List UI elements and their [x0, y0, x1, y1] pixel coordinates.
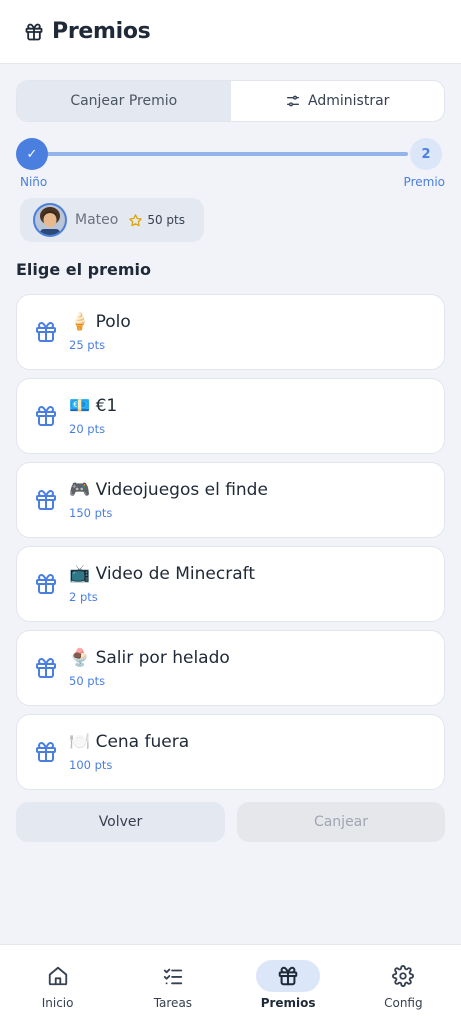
star-icon	[128, 213, 143, 228]
gift-icon	[24, 22, 44, 42]
redeem-button[interactable]: Canjear	[237, 802, 445, 842]
tab-label: Canjear Premio	[70, 93, 178, 109]
bottom-nav: Inicio Tareas Premios Config	[0, 944, 461, 1024]
gift-icon	[34, 404, 58, 428]
step-1-indicator: ✓	[16, 138, 48, 170]
reward-card[interactable]: 🎮 Videojuegos el finde 150 pts	[16, 462, 445, 538]
reward-cost: 2 pts	[69, 590, 98, 604]
gift-icon	[34, 488, 58, 512]
gift-icon	[278, 966, 298, 986]
reward-emoji: 💶	[69, 396, 91, 416]
reward-card[interactable]: 📺 Video de Minecraft 2 pts	[16, 546, 445, 622]
home-icon	[48, 966, 67, 986]
kid-points: 50 pts	[147, 213, 185, 227]
tab-administrar[interactable]: Administrar	[231, 81, 445, 121]
app-header: Premios	[0, 0, 461, 64]
kid-name: Mateo	[75, 212, 119, 228]
reward-title: Videojuegos el finde	[95, 480, 268, 500]
gear-icon	[392, 965, 415, 987]
reward-name: 🍦 Polo	[69, 312, 131, 332]
gift-icon	[34, 656, 58, 680]
reward-card[interactable]: 💶 €1 20 pts	[16, 378, 445, 454]
nav-label: Config	[384, 996, 423, 1010]
reward-card[interactable]: 🍦 Polo 25 pts	[16, 294, 445, 370]
reward-cost: 25 pts	[69, 338, 106, 352]
tab-canjear-premio[interactable]: Canjear Premio	[17, 81, 231, 121]
nav-label: Premios	[260, 996, 316, 1010]
reward-title: Video de Minecraft	[95, 564, 255, 584]
page-title: Premios	[52, 19, 151, 44]
reward-name: 📺 Video de Minecraft	[69, 564, 255, 584]
section-title: Elige el premio	[16, 260, 152, 279]
nav-label: Tareas	[153, 996, 193, 1010]
nav-item-inicio[interactable]: Inicio	[0, 945, 115, 1024]
reward-title: €1	[95, 396, 118, 416]
selected-kid-chip[interactable]: Mateo 50 pts	[20, 198, 204, 242]
back-button[interactable]: Volver	[16, 802, 225, 842]
step-2-indicator: 2	[410, 138, 442, 170]
reward-name: 🍽️ Cena fuera	[69, 732, 189, 752]
progress-stepper: ✓ 2 Niño Premio	[16, 138, 445, 190]
reward-title: Polo	[95, 312, 131, 332]
step-2-label: Premio	[403, 175, 445, 189]
sliders-icon	[287, 95, 300, 107]
reward-card[interactable]: 🍽️ Cena fuera 100 pts	[16, 714, 445, 790]
reward-title: Salir por helado	[95, 648, 230, 668]
reward-cost: 50 pts	[69, 674, 106, 688]
reward-name: 🎮 Videojuegos el finde	[69, 480, 268, 500]
nav-item-tareas[interactable]: Tareas	[115, 945, 230, 1024]
reward-cost: 150 pts	[69, 506, 113, 520]
reward-emoji: 🎮	[69, 480, 91, 500]
nav-label: Inicio	[41, 996, 74, 1010]
reward-cost: 20 pts	[69, 422, 106, 436]
reward-list: 🍦 Polo 25 pts 💶 €1 20 pts 🎮 Videojuegos el f…	[16, 294, 445, 798]
nav-item-config[interactable]: Config	[346, 945, 461, 1024]
checklist-icon	[163, 968, 183, 985]
tab-label: Administrar	[308, 93, 390, 109]
reward-name: 💶 €1	[69, 396, 117, 416]
gift-icon	[34, 740, 58, 764]
avatar	[33, 203, 67, 237]
reward-emoji: 📺	[69, 564, 91, 584]
reward-emoji: 🍨	[69, 648, 91, 668]
reward-emoji: 🍽️	[69, 732, 91, 752]
mode-tabs: Canjear Premio Administrar	[16, 80, 445, 122]
reward-card[interactable]: 🍨 Salir por helado 50 pts	[16, 630, 445, 706]
stepper-line	[46, 152, 408, 156]
reward-title: Cena fuera	[95, 732, 190, 752]
reward-name: 🍨 Salir por helado	[69, 648, 230, 668]
reward-cost: 100 pts	[69, 758, 113, 772]
nav-item-premios[interactable]: Premios	[231, 945, 346, 1024]
gift-icon	[34, 320, 58, 344]
step-1-label: Niño	[20, 175, 48, 189]
gift-icon	[34, 572, 58, 596]
reward-emoji: 🍦	[69, 312, 91, 332]
